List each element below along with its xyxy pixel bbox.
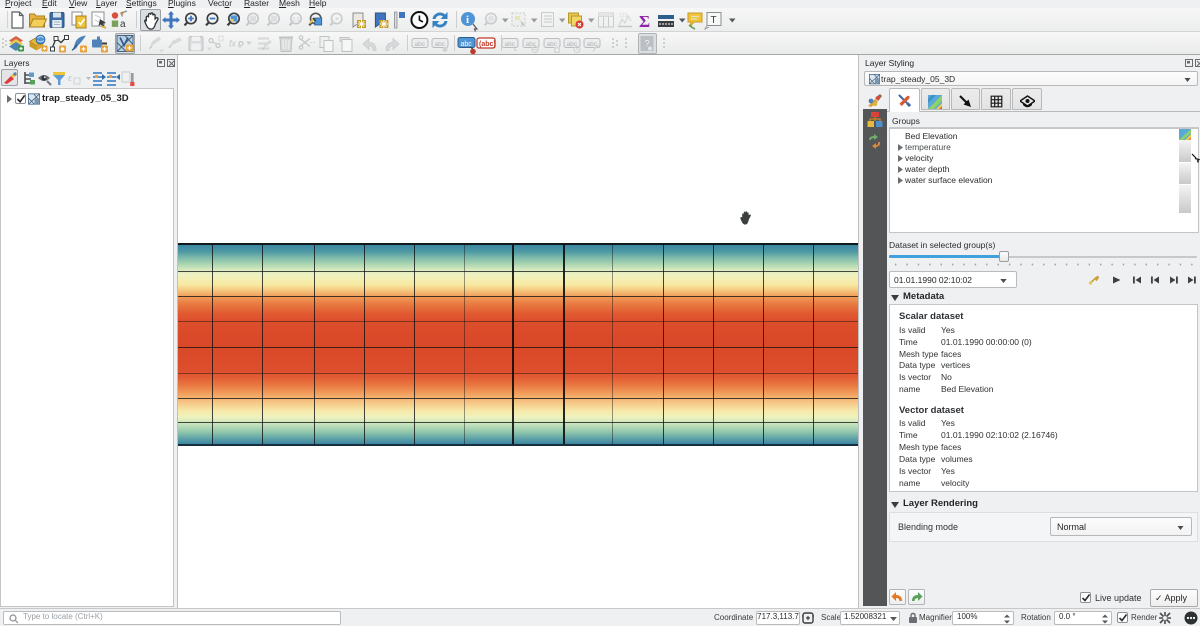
svg-text:i: i [466, 14, 469, 26]
svg-text:123: 123 [619, 13, 628, 19]
svg-text:ε: ε [68, 73, 73, 83]
svg-text:T: T [711, 15, 717, 26]
svg-text:1:1: 1:1 [293, 17, 300, 23]
svg-text:a: a [120, 19, 126, 30]
svg-text:(abc): (abc) [479, 41, 496, 48]
svg-text:fx: fx [229, 39, 237, 49]
svg-text:abc: abc [461, 41, 473, 48]
svg-text:Σ: Σ [639, 12, 650, 31]
